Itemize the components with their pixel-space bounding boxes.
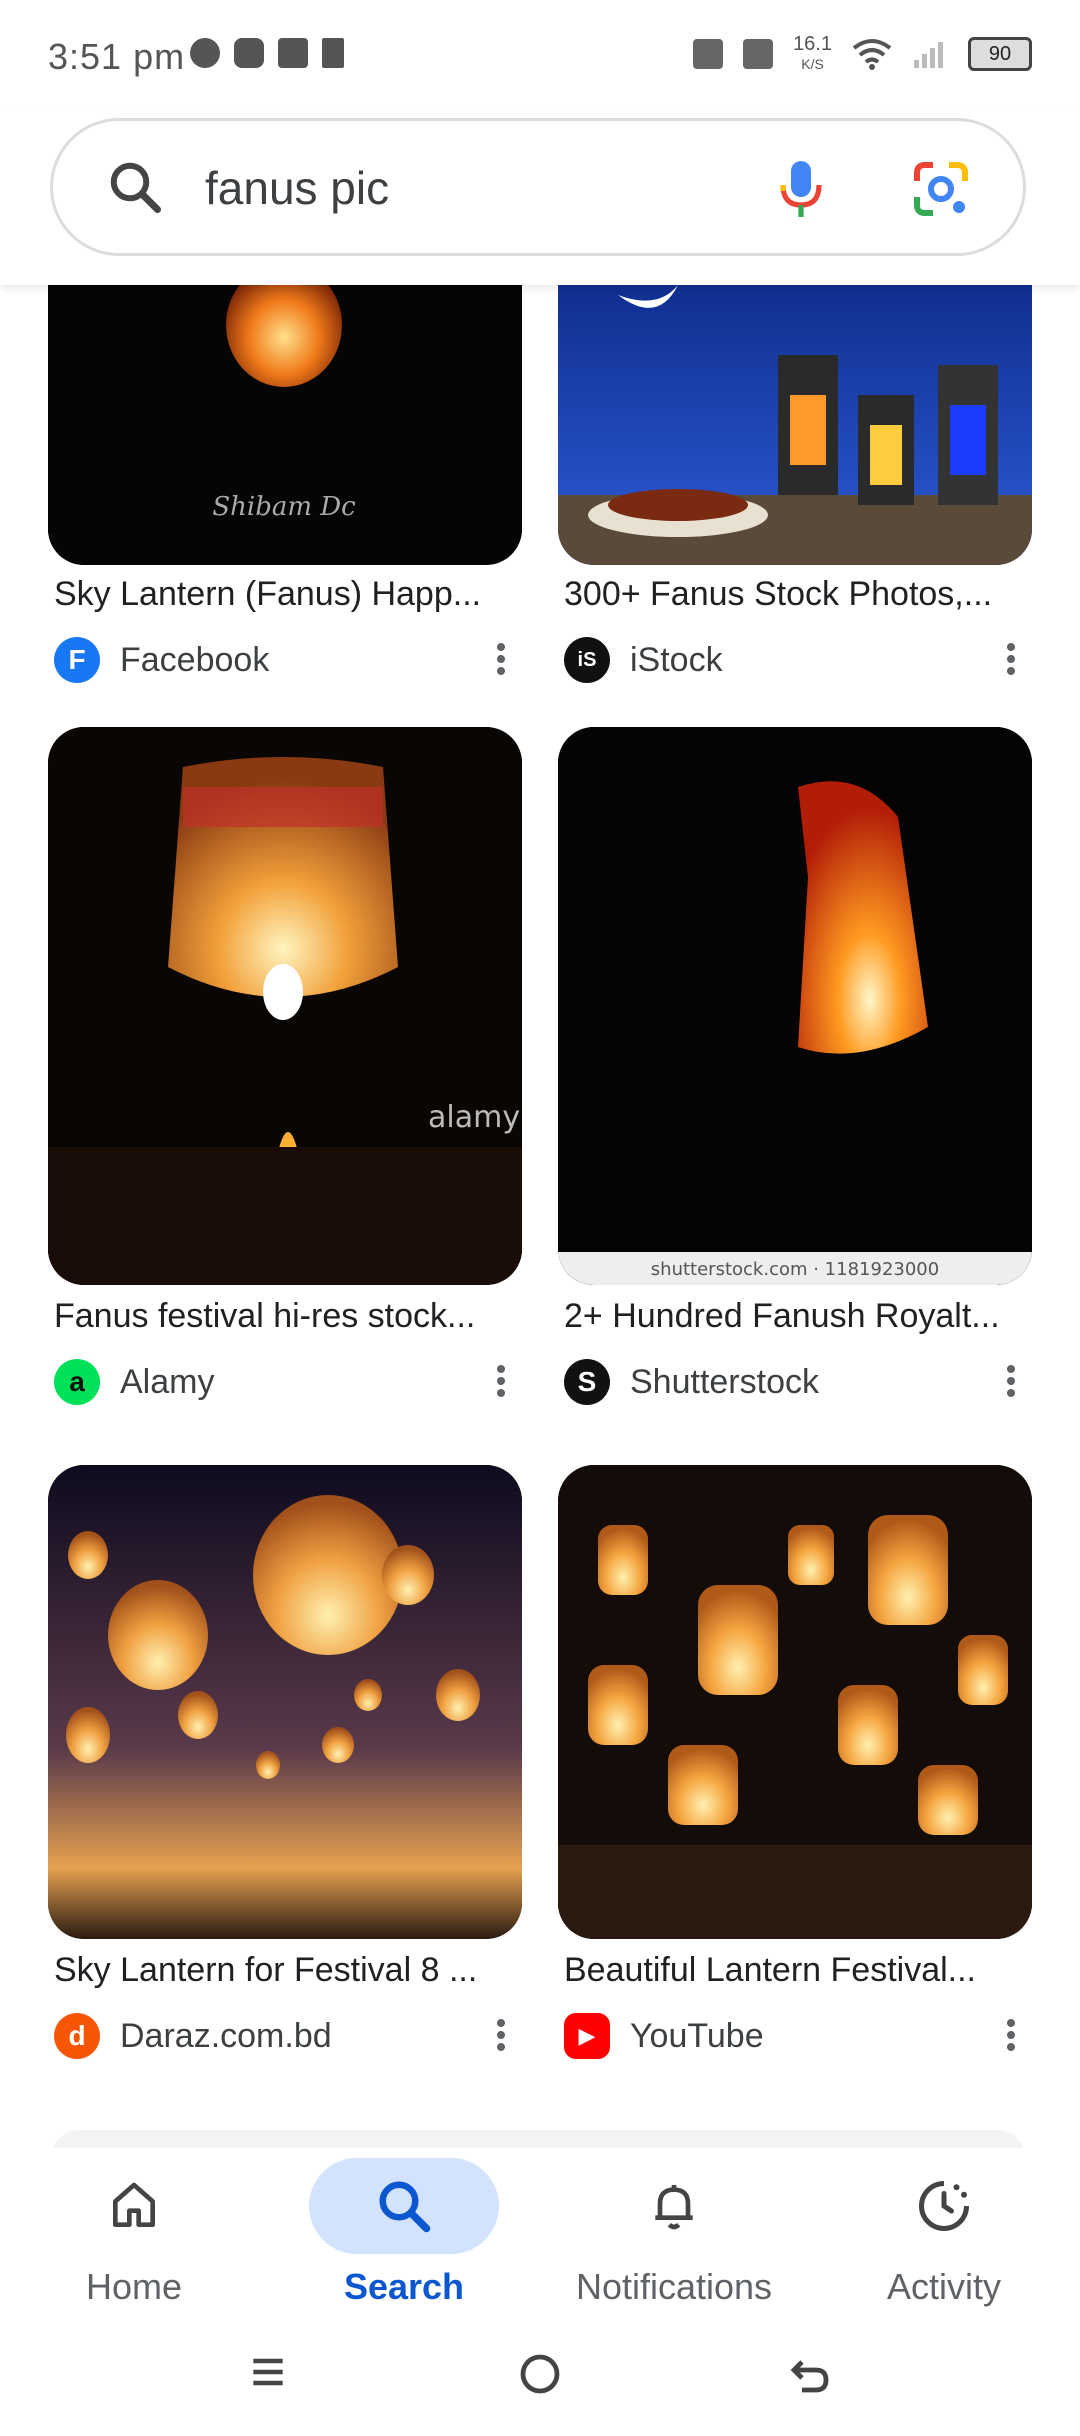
svg-text:Shibam Dc: Shibam Dc: [212, 492, 356, 522]
result-card[interactable]: Shibam Dc Sky Lantern (Fanus) Happ... F …: [48, 285, 522, 683]
notification-icons: [190, 38, 344, 68]
image-results-grid: Shibam Dc Sky Lantern (Fanus) Happ... F …: [0, 285, 1080, 2145]
nfc-icon: [743, 39, 774, 69]
activity-icon: [919, 2181, 969, 2231]
battery-indicator: 90: [968, 37, 1032, 71]
result-source: ▶ YouTube: [564, 2011, 1032, 2061]
vibrate-icon: [693, 39, 724, 69]
more-options-icon[interactable]: [996, 1361, 1026, 1403]
result-title[interactable]: 2+ Hundred Fanush Royalt...: [564, 1297, 1024, 1336]
network-rate: 16.1 K/S: [793, 33, 832, 72]
search-icon: [379, 2181, 431, 2233]
istock-icon: iS: [564, 637, 610, 683]
result-source: d Daraz.com.bd: [54, 2011, 522, 2061]
system-navigation-bar: [0, 2328, 1080, 2436]
nav-search[interactable]: Search: [294, 2158, 514, 2308]
result-card[interactable]: Beautiful Lantern Festival... ▶ YouTube: [558, 1465, 1032, 2059]
result-card[interactable]: shutterstock.com · 1181923000 2+ Hundred…: [558, 727, 1032, 1405]
bottom-navigation: Home Search Notifications Activity: [0, 2148, 1080, 2328]
result-card[interactable]: Sky Lantern for Festival 8 ... d Daraz.c…: [48, 1465, 522, 2059]
search-icon: [110, 162, 161, 213]
result-source: F Facebook: [54, 635, 522, 685]
youtube-icon: ▶: [564, 2013, 610, 2059]
result-source: iS iStock: [564, 635, 1032, 685]
signal-icon: [914, 42, 943, 68]
result-title[interactable]: 300+ Fanus Stock Photos,...: [564, 575, 1024, 614]
clock: 3:51 pm: [48, 36, 186, 77]
shutterstock-icon: S: [564, 1359, 610, 1405]
more-options-icon[interactable]: [486, 639, 516, 681]
more-options-icon[interactable]: [486, 1361, 516, 1403]
system-status: 16.1 K/S 90: [693, 34, 1032, 74]
more-options-icon[interactable]: [486, 2015, 516, 2057]
result-source: a Alamy: [54, 1357, 522, 1407]
tiktok-icon: [322, 38, 344, 68]
result-image[interactable]: [558, 1465, 1032, 1939]
result-image[interactable]: Shibam Dc: [48, 285, 522, 565]
microphone-icon[interactable]: [775, 157, 827, 221]
result-title[interactable]: Sky Lantern (Fanus) Happ...: [54, 575, 514, 614]
nav-home[interactable]: Home: [24, 2158, 244, 2308]
result-title[interactable]: Beautiful Lantern Festival...: [564, 1951, 1024, 1990]
search-header: fanus pic: [0, 110, 1080, 285]
nav-notifications[interactable]: Notifications: [564, 2158, 784, 2308]
snapchat-icon: [234, 38, 264, 68]
facebook-icon: F: [54, 637, 100, 683]
google-lens-icon[interactable]: [909, 157, 973, 221]
result-image[interactable]: [48, 1465, 522, 1939]
result-title[interactable]: Sky Lantern for Festival 8 ...: [54, 1951, 514, 1990]
recent-apps-icon[interactable]: [246, 2350, 290, 2399]
result-source: S Shutterstock: [564, 1357, 1032, 1407]
back-icon[interactable]: [786, 2350, 834, 2403]
home-button-icon[interactable]: [516, 2350, 564, 2403]
home-icon: [113, 2182, 156, 2227]
result-image[interactable]: alamy: [48, 727, 522, 1285]
alamy-icon: a: [54, 1359, 100, 1405]
more-options-icon[interactable]: [996, 639, 1026, 681]
result-image[interactable]: shutterstock.com · 1181923000: [558, 727, 1032, 1285]
shutterstock-caption: shutterstock.com · 1181923000: [651, 1259, 939, 1280]
status-bar: 3:51 pm 16.1 K/S 90: [0, 0, 1080, 110]
search-input[interactable]: fanus pic: [50, 118, 1026, 256]
bell-icon: [655, 2185, 693, 2230]
result-image[interactable]: [558, 285, 1032, 565]
search-query[interactable]: fanus pic: [205, 161, 389, 215]
pinwheel-icon: [278, 38, 308, 68]
facebook-icon: [190, 38, 220, 68]
result-title[interactable]: Fanus festival hi-res stock...: [54, 1297, 514, 1336]
alamy-watermark: alamy: [428, 1100, 520, 1135]
more-options-icon[interactable]: [996, 2015, 1026, 2057]
result-card[interactable]: alamy Fanus festival hi-res stock... a A…: [48, 727, 522, 1405]
wifi-icon: [852, 39, 892, 70]
result-card[interactable]: 300+ Fanus Stock Photos,... iS iStock: [558, 285, 1032, 683]
nav-activity[interactable]: Activity: [834, 2158, 1054, 2308]
daraz-icon: d: [54, 2013, 100, 2059]
